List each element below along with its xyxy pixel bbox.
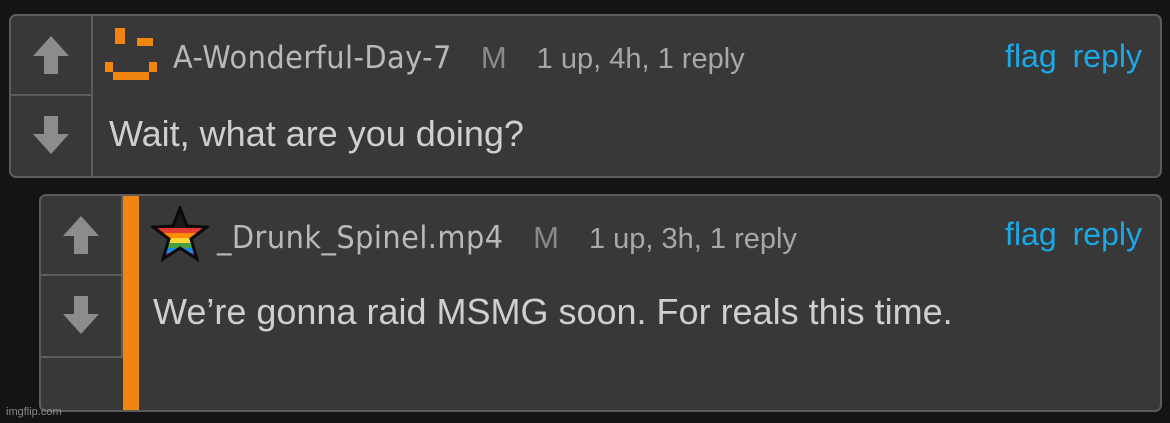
- flag-link[interactable]: flag: [1005, 38, 1057, 75]
- upvote-button[interactable]: [41, 196, 121, 276]
- flag-link[interactable]: flag: [1005, 216, 1057, 253]
- comment-stats: 1 up, 4h, 1 reply: [536, 43, 745, 75]
- user-badge: M: [533, 220, 559, 255]
- reply-accent-bar: [123, 196, 139, 410]
- rainbow-star-icon[interactable]: [151, 206, 209, 262]
- orange-pixel-smile-icon[interactable]: [103, 28, 167, 88]
- arrow-down-icon: [33, 116, 69, 154]
- comment-body: We’re gonna raid MSMG soon. For reals th…: [153, 291, 953, 332]
- comment-body: Wait, what are you doing?: [109, 113, 524, 154]
- vote-column: [41, 196, 123, 358]
- username[interactable]: A-Wonderful-Day-7: [173, 40, 452, 76]
- comment: A-Wonderful-Day-7 M 1 up, 4h, 1 reply fl…: [9, 14, 1162, 178]
- upvote-button[interactable]: [11, 16, 91, 96]
- username[interactable]: _Drunk_Spinel.mp4: [217, 220, 504, 256]
- downvote-button[interactable]: [41, 276, 121, 354]
- arrow-up-icon: [63, 216, 99, 254]
- comment-stats: 1 up, 3h, 1 reply: [588, 223, 797, 255]
- downvote-button[interactable]: [11, 96, 91, 174]
- reply-link[interactable]: reply: [1073, 38, 1142, 75]
- comment: _Drunk_Spinel.mp4 M 1 up, 3h, 1 reply fl…: [39, 194, 1162, 412]
- user-badge: M: [480, 40, 507, 75]
- vote-column: [11, 16, 93, 176]
- watermark: imgflip.com: [6, 406, 62, 418]
- reply-link[interactable]: reply: [1073, 216, 1142, 253]
- arrow-down-icon: [63, 296, 99, 334]
- arrow-up-icon: [33, 36, 69, 74]
